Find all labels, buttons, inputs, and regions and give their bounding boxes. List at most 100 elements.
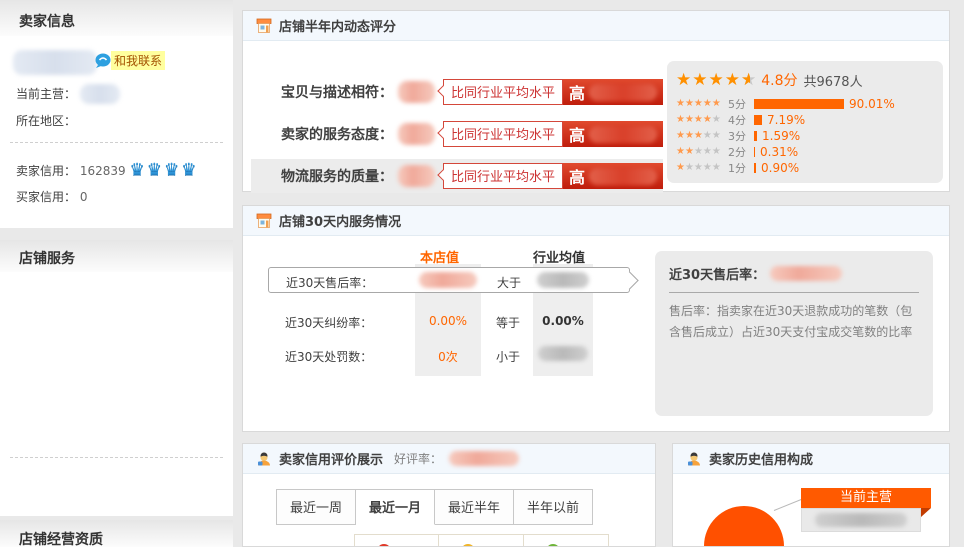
tab-last-half-year[interactable]: 最近半年: [435, 489, 514, 525]
mini-stars-icon: ★★★★★: [676, 146, 728, 157]
bubble-text: 比同行业平均水平: [451, 128, 555, 143]
shop-service-panel: 店铺服务 卖家已向消费者承诺： 消费者保障 卖家当前保证金余额 ¥ 1,000.…: [0, 240, 233, 516]
partial-star-icon: ★★: [741, 70, 757, 90]
seller-credit-label: 卖家信用：: [16, 164, 76, 178]
divider: [669, 292, 919, 293]
dist-row-4: ★★★★★ 4分 7.19%: [676, 112, 943, 127]
dist-label: 2分: [728, 144, 754, 160]
region-label: 所在地区：: [16, 114, 76, 128]
rating-summary-row: ★★★★★★ 4.8分 共9678人: [676, 70, 943, 90]
detail-description: 售后率：指卖家在近30天退款成功的笔数（包含售后成立）占近30天支付宝成交笔数的…: [669, 301, 919, 343]
main-business-row: 当前主营：: [16, 84, 120, 104]
avg-score: 4.8分: [761, 70, 797, 90]
ribbon-fold: [921, 508, 931, 517]
contact-me-button[interactable]: 和我联系: [95, 51, 165, 70]
bubble-text: 比同行业平均水平: [451, 86, 555, 101]
history-title: 卖家历史信用构成: [709, 449, 813, 468]
redacted-shop-value: [419, 272, 477, 288]
dsr-row-label: 宝贝与描述相符：: [281, 82, 393, 102]
rating-table: [354, 534, 609, 547]
industry-compare-bubble: 比同行业平均水平: [443, 121, 563, 147]
redacted-seller-name: [13, 50, 97, 75]
review-header: 卖家信用评价展示 好评率：: [243, 444, 655, 474]
qualification-panel: 店铺经营资质: [0, 520, 233, 547]
rating-count: 共9678人: [803, 71, 862, 90]
divider: [10, 142, 223, 143]
service-30d-title: 店铺30天内服务情况: [279, 211, 401, 230]
service-30d-header: 店铺30天内服务情况: [243, 206, 949, 236]
compare-word: 大于: [497, 274, 521, 291]
aftersales-rate-row[interactable]: 近30天售后率： 大于: [268, 267, 630, 293]
crown-icon: ♛: [164, 160, 181, 180]
dist-label: 3分: [728, 128, 754, 144]
divider: [10, 457, 223, 458]
main-business-label: 当前主营：: [16, 87, 76, 101]
penalty-label: 近30天处罚数：: [285, 348, 372, 365]
callout-body: [801, 508, 921, 532]
review-title: 卖家信用评价展示: [279, 449, 383, 468]
seller-credit-value: 162839: [80, 164, 126, 178]
dist-label: 4分: [728, 112, 754, 128]
aftersales-label: 近30天售后率：: [286, 274, 373, 291]
dsr-panel: 店铺半年内动态评分 宝贝与描述相符： 比同行业平均水平 高 卖家的服务态度： 比…: [242, 10, 950, 192]
credit-pie-chart: [704, 506, 784, 547]
buyer-credit-label: 买家信用：: [16, 190, 76, 204]
seller-page: 卖家信息 和我联系 当前主营： 所在地区： 卖家信用： 162839 ♛♛♛♛ …: [0, 0, 964, 547]
review-panel: 卖家信用评价展示 好评率： 最近一周 最近一月 最近半年 半年以前: [242, 443, 656, 547]
mini-stars-icon: ★★★★★: [676, 114, 728, 125]
dist-label: 5分: [728, 96, 754, 112]
dsr-title: 店铺半年内动态评分: [279, 16, 396, 35]
bad-rating-cell: [524, 534, 609, 547]
bubble-text: 比同行业平均水平: [451, 170, 555, 185]
dsr-row-description: 宝贝与描述相符： 比同行业平均水平 高: [251, 75, 663, 109]
dist-pct: 0.31%: [760, 145, 798, 159]
dispute-industry-value: 0.00%: [533, 314, 593, 328]
redacted-percent: [589, 84, 657, 101]
mini-stars-icon: ★★★★★: [676, 130, 728, 141]
callout-connector: [774, 499, 802, 511]
dist-row-3: ★★★★★ 3分 1.59%: [676, 128, 943, 143]
neutral-rating-cell: [439, 534, 524, 547]
buyer-credit-value: 0: [80, 190, 88, 204]
high-char: 高: [569, 122, 585, 146]
mini-stars-icon: ★★★★★: [676, 98, 728, 109]
dispute-shop-value: 0.00%: [415, 314, 481, 328]
redacted-score: [398, 165, 435, 187]
dsr-row-service: 卖家的服务态度： 比同行业平均水平 高: [251, 117, 663, 151]
redacted-industry-value: [538, 346, 588, 361]
dist-row-5: ★★★★★ 5分 90.01%: [676, 96, 943, 111]
detail-title: 近30天售后率：: [669, 268, 765, 283]
penalty-shop-value: 0次: [415, 348, 481, 365]
dist-bar: [754, 147, 755, 157]
person-icon: [686, 451, 702, 467]
redacted-score: [398, 123, 435, 145]
mini-stars-icon: ★★★★★: [676, 162, 728, 173]
high-char: 高: [569, 164, 585, 188]
qualification-title: 店铺经营资质: [0, 520, 233, 547]
detail-title-row: 近30天售后率：: [669, 264, 919, 283]
redacted-business-name: [815, 513, 907, 527]
crown-icon: ♛: [147, 160, 164, 180]
crown-icon: ♛: [129, 160, 146, 180]
seller-credit-row: 卖家信用： 162839 ♛♛♛♛: [16, 160, 198, 180]
seller-info-title: 卖家信息: [0, 0, 233, 36]
buyer-credit-row: 买家信用： 0: [16, 188, 87, 205]
dist-bar: [754, 131, 757, 141]
redacted-industry-value: [537, 272, 589, 288]
crown-icon: ♛: [181, 160, 198, 180]
history-header: 卖家历史信用构成: [673, 444, 949, 474]
tab-before-half-year[interactable]: 半年以前: [514, 489, 593, 525]
aftersales-detail-box: 近30天售后率： 售后率：指卖家在近30天退款成功的笔数（包含售后成立）占近30…: [655, 251, 933, 416]
redacted-praise-rate: [449, 451, 519, 466]
tab-last-week[interactable]: 最近一周: [276, 489, 356, 525]
dsr-row-label: 卖家的服务态度：: [281, 124, 393, 144]
compare-word: 等于: [496, 314, 520, 331]
dist-pct: 7.19%: [767, 113, 805, 127]
dispute-label: 近30天纠纷率：: [285, 314, 372, 331]
higher-badge: 高: [563, 79, 663, 105]
person-icon: [256, 451, 272, 467]
high-char: 高: [569, 80, 585, 104]
tab-last-month[interactable]: 最近一月: [356, 489, 435, 525]
service-30d-panel: 店铺30天内服务情况 本店值 行业均值 近30天售后率： 大于 近30天纠纷率：…: [242, 205, 950, 432]
dist-bar: [754, 163, 756, 173]
